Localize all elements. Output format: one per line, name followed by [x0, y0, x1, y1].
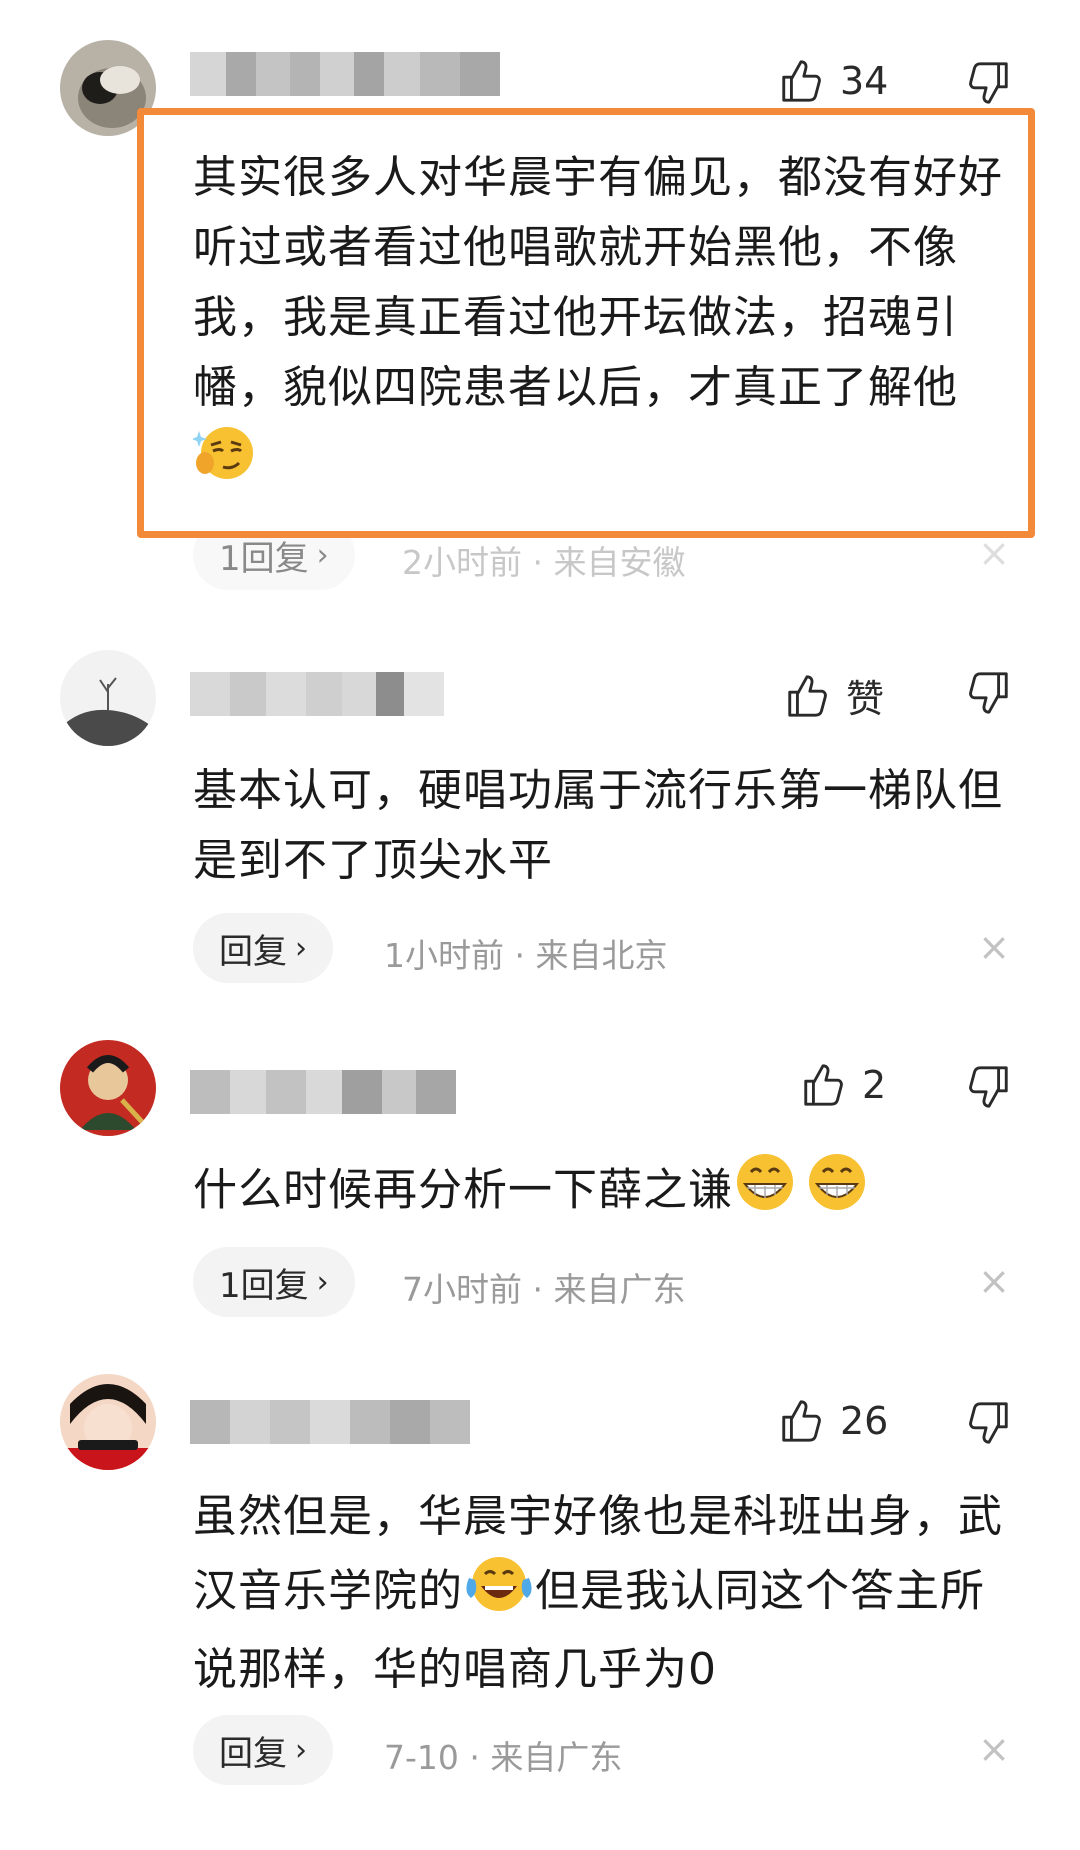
thumbs-down-icon	[969, 672, 1008, 714]
thumbs-up-icon	[782, 1400, 821, 1442]
thumbs-up-icon	[788, 674, 827, 717]
reply-button[interactable]: 回复 ›	[193, 913, 333, 983]
chevron-right-icon: ›	[295, 1732, 307, 1768]
like-count: 2	[862, 1063, 887, 1107]
avatar[interactable]	[60, 1040, 156, 1136]
like-button[interactable]: 34	[778, 58, 888, 104]
username-blurred[interactable]	[190, 1070, 456, 1114]
thumbs-down-icon	[969, 1066, 1008, 1108]
laugh-cry-emoji	[463, 1552, 535, 1635]
avatar[interactable]	[60, 650, 156, 746]
comment-text: 基本认可，硬唱功属于流行乐第一梯队但是到不了顶尖水平	[193, 765, 1003, 886]
thumbs-down-icon	[969, 1402, 1008, 1444]
like-button[interactable]: 赞	[784, 668, 884, 723]
comment-meta: 1小时前 · 来自北京	[384, 936, 668, 975]
avatar[interactable]	[60, 1374, 156, 1470]
comment-meta: 7-10 · 来自广东	[384, 1738, 623, 1777]
like-button[interactable]: 26	[778, 1398, 888, 1444]
like-count: 34	[840, 59, 889, 103]
smirk-emoji	[191, 423, 257, 502]
grin-emoji	[733, 1150, 873, 1235]
username-blurred[interactable]	[190, 52, 500, 96]
like-label: 赞	[846, 677, 885, 721]
chevron-right-icon: ›	[295, 930, 307, 966]
username-blurred[interactable]	[190, 672, 444, 716]
like-count: 26	[840, 1399, 889, 1443]
dislike-button[interactable]	[966, 670, 1012, 716]
thumbs-up-icon	[782, 60, 821, 102]
thumbs-down-icon	[969, 62, 1008, 104]
comment-meta: 2小时前 · 来自安徽	[402, 543, 686, 582]
thumbs-up-icon	[804, 1064, 843, 1106]
comment-text: 其实很多人对华晨宇有偏见，都没有好好听过或者看过他唱歌就开始黑他，不像我，我是真…	[191, 143, 1018, 502]
dislike-button[interactable]	[966, 1400, 1012, 1446]
comment-text: 虽然但是，华晨宇好像也是科班出身，武汉音乐学院的 但是我认同这个答主所说那样，华的…	[193, 1491, 1003, 1695]
close-icon[interactable]: ×	[978, 1730, 1010, 1768]
reply-button[interactable]: 1回复 ›	[193, 1247, 355, 1317]
close-icon[interactable]: ×	[978, 1262, 1010, 1300]
close-icon[interactable]: ×	[978, 928, 1010, 966]
reply-button[interactable]: 回复 ›	[193, 1715, 333, 1785]
close-icon[interactable]: ×	[978, 534, 1010, 572]
chevron-right-icon: ›	[316, 1264, 329, 1300]
comment-text: 什么时候再分析一下薛之谦	[193, 1150, 1020, 1235]
username-blurred[interactable]	[190, 1400, 470, 1444]
like-button[interactable]: 2	[800, 1062, 886, 1108]
dislike-button[interactable]	[966, 1064, 1012, 1110]
dislike-button[interactable]	[966, 60, 1012, 106]
chevron-right-icon: ›	[316, 537, 329, 573]
comment-meta: 7小时前 · 来自广东	[402, 1270, 686, 1309]
